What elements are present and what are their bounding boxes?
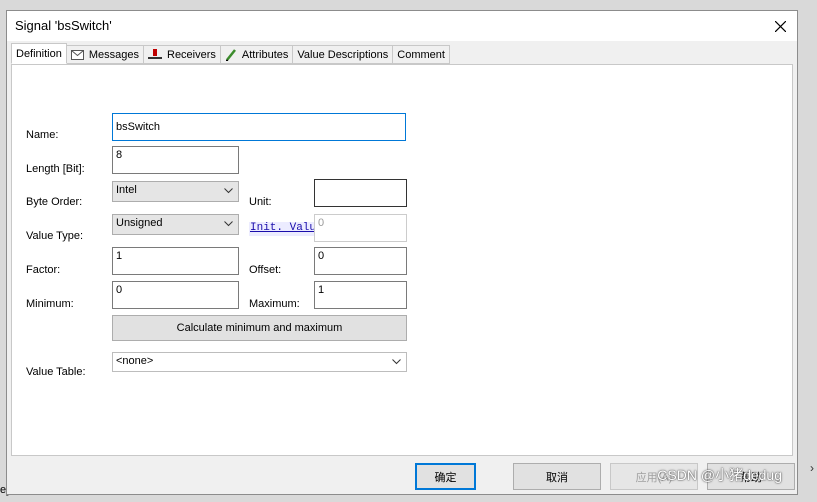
offset-field[interactable]: 0 bbox=[314, 247, 407, 275]
byte-order-select[interactable]: Intel bbox=[112, 181, 239, 202]
tab-label: Definition bbox=[16, 47, 62, 60]
length-field[interactable]: 8 bbox=[112, 146, 239, 174]
maximum-label: Maximum: bbox=[249, 298, 300, 310]
minimum-label: Minimum: bbox=[26, 298, 74, 310]
scroll-right-arrow-icon[interactable]: › bbox=[810, 461, 814, 475]
init-value-link[interactable]: Init. Valu bbox=[249, 222, 315, 236]
value-type-value: Unsigned bbox=[116, 217, 163, 229]
unit-label: Unit: bbox=[249, 196, 272, 208]
tab-receivers[interactable]: Receivers bbox=[144, 45, 221, 64]
byte-order-label: Byte Order: bbox=[26, 196, 83, 208]
tab-attributes[interactable]: Attributes bbox=[220, 45, 294, 64]
envelope-icon bbox=[70, 49, 84, 60]
tab-label: Value Descriptions bbox=[297, 48, 389, 61]
name-label: Name: bbox=[26, 129, 59, 141]
name-field[interactable] bbox=[112, 113, 406, 141]
pencil-icon bbox=[225, 48, 237, 61]
value-type-select[interactable]: Unsigned bbox=[112, 214, 239, 235]
chevron-down-icon bbox=[392, 359, 401, 365]
value-table-label: Value Table: bbox=[26, 366, 86, 378]
chevron-down-icon bbox=[224, 221, 233, 227]
minimum-field[interactable]: 0 bbox=[112, 281, 239, 309]
definition-panel: Name: Length [Bit]: 8 Byte Order: Intel … bbox=[11, 64, 793, 456]
value-table-value: <none> bbox=[116, 355, 154, 367]
init-value-field: 0 bbox=[314, 214, 407, 242]
value-type-label: Value Type: bbox=[26, 230, 84, 242]
offset-label: Offset: bbox=[249, 264, 282, 276]
calculate-min-max-button[interactable]: Calculate minimum and maximum bbox=[112, 315, 407, 341]
value-table-select[interactable]: <none> bbox=[112, 352, 407, 372]
close-button[interactable] bbox=[763, 11, 797, 41]
tab-label: Comment bbox=[397, 48, 445, 61]
tab-bar: Definition Messages Receivers Attributes… bbox=[11, 43, 450, 64]
tab-comment[interactable]: Comment bbox=[393, 45, 450, 64]
ok-button[interactable]: 确定 bbox=[415, 463, 476, 490]
cancel-button[interactable]: 取消 bbox=[513, 463, 601, 490]
maximum-field[interactable]: 1 bbox=[314, 281, 407, 309]
tab-value-descriptions[interactable]: Value Descriptions bbox=[293, 45, 394, 64]
window-title: Signal 'bsSwitch' bbox=[15, 18, 112, 33]
tab-label: Messages bbox=[88, 48, 139, 61]
tab-label: Attributes bbox=[241, 48, 289, 61]
close-icon bbox=[774, 20, 786, 32]
tab-messages[interactable]: Messages bbox=[66, 45, 144, 64]
factor-label: Factor: bbox=[26, 264, 61, 276]
factor-field[interactable]: 1 bbox=[112, 247, 239, 275]
unit-field[interactable] bbox=[314, 179, 407, 207]
tab-label: Receivers bbox=[167, 48, 216, 61]
byte-order-value: Intel bbox=[116, 184, 137, 196]
title-bar: Signal 'bsSwitch' bbox=[7, 11, 797, 41]
chevron-down-icon bbox=[224, 188, 233, 194]
length-label: Length [Bit]: bbox=[26, 163, 85, 175]
receiver-icon bbox=[148, 49, 162, 60]
watermark-text: CSDN @小猪dedug bbox=[657, 467, 782, 483]
tab-definition[interactable]: Definition bbox=[11, 43, 67, 64]
signal-dialog: Signal 'bsSwitch' Definition Messages Re… bbox=[6, 10, 798, 495]
